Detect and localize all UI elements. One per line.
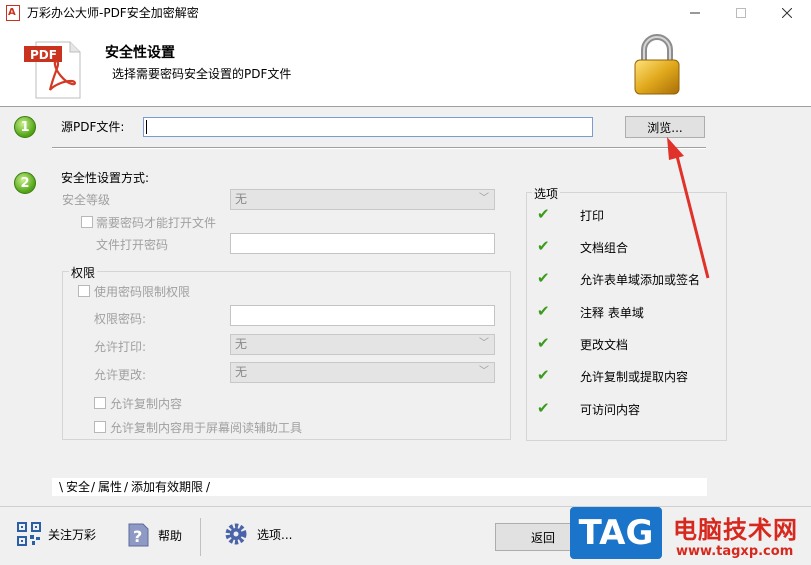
source-pdf-label: 源PDF文件: [61,120,125,134]
bottom-divider-line [0,506,811,507]
app-icon: A [6,5,20,21]
security-level-select[interactable]: 无 ﹀ [230,189,495,210]
option-modify: 更改文档 [580,338,629,352]
close-icon [782,8,792,18]
option-print: 打印 [580,209,605,223]
step-2-badge: 2 [14,172,36,194]
permissions-title: 权限 [69,264,98,281]
tab-security[interactable]: 安全 [66,478,90,496]
tab-separator: \ [59,480,64,494]
need-password-checkbox[interactable] [81,216,93,228]
check-icon: ✔ [537,205,550,223]
security-method-label: 安全性设置方式: [61,171,150,185]
option-assemble: 文档组合 [580,241,629,255]
chevron-down-icon: ﹀ [479,338,489,349]
allow-copy-checkbox[interactable] [94,397,106,409]
check-icon: ✔ [537,237,550,255]
allow-copy-label: 允许复制内容 [110,397,183,411]
chevron-down-icon: ﹀ [479,193,489,204]
option-accessible: 可访问内容 [580,403,641,417]
security-level-label: 安全等级 [62,193,111,207]
minimize-button[interactable] [672,0,718,26]
svg-text:?: ? [133,527,142,546]
text-caret [146,120,147,134]
tab-expiry[interactable]: 添加有效期限 [131,478,203,496]
check-icon: ✔ [537,399,550,417]
allow-print-select[interactable]: 无 ﹀ [230,334,495,355]
security-level-value: 无 [235,192,248,206]
permission-password-input[interactable] [230,305,495,326]
help-label: 帮助 [158,528,183,543]
qr-code-icon [17,522,41,546]
header-banner: PDF 安全性设置 选择需要密码安全设置的PDF文件 [0,26,811,107]
options-button[interactable]: 选项... [224,522,292,546]
allow-change-value: 无 [235,365,248,379]
allow-change-label: 允许更改: [94,368,147,382]
gear-icon [225,523,247,545]
use-password-label: 使用密码限制权限 [94,285,191,299]
bottom-button-divider [200,518,201,556]
check-icon: ✔ [537,269,550,287]
watermark-title: 电脑技术网 [673,516,798,544]
help-icon: ? [128,523,149,547]
pdf-icon-label: PDF [30,48,57,62]
check-icon: ✔ [537,366,550,384]
maximize-button[interactable] [718,0,764,26]
follow-button[interactable]: 关注万彩 [17,522,96,546]
check-icon: ✔ [537,302,550,320]
page-subtitle: 选择需要密码安全设置的PDF文件 [112,67,292,81]
use-password-checkbox[interactable] [78,285,90,297]
follow-label: 关注万彩 [48,527,97,542]
need-password-label: 需要密码才能打开文件 [96,216,217,230]
chevron-down-icon: ﹀ [479,366,489,377]
pdf-file-icon: PDF [24,41,81,99]
allow-change-select[interactable]: 无 ﹀ [230,362,495,383]
watermark-url: www.tagxp.com [676,544,794,559]
open-password-label: 文件打开密码 [96,238,169,252]
maximize-icon [736,8,746,18]
allow-print-label: 允许打印: [94,340,147,354]
tab-properties[interactable]: 属性 [98,478,122,496]
open-password-input[interactable] [230,233,495,254]
step-1-badge: 1 [14,116,36,138]
window-title: 万彩办公大师-PDF安全加密解密 [27,6,199,20]
page-title: 安全性设置 [105,45,175,61]
permission-password-label: 权限密码: [94,312,147,326]
allow-copy-reader-label: 允许复制内容用于屏幕阅读辅助工具 [110,421,303,435]
tab-separator: / [91,480,96,494]
tab-separator: / [124,480,129,494]
watermark-tag-logo: TAG [570,507,662,559]
option-form-fill-sign: 允许表单域添加或签名 [580,273,701,287]
source-pdf-input[interactable] [143,117,593,137]
tab-separator: / [206,480,211,494]
section-divider [52,147,706,149]
allow-print-value: 无 [235,337,248,351]
help-button[interactable]: ? 帮助 [126,522,182,548]
options-label: 选项... [257,527,293,542]
options-title: 选项 [532,185,561,202]
minimize-icon [690,12,700,14]
option-annotate: 注释 表单域 [580,306,644,320]
lock-icon [634,34,680,95]
close-button[interactable] [764,0,810,26]
app-icon-glyph: A [8,7,16,18]
check-icon: ✔ [537,334,550,352]
option-copy-extract: 允许复制或提取内容 [580,370,689,384]
allow-copy-reader-checkbox[interactable] [94,421,106,433]
browse-button[interactable]: 浏览... [625,116,705,138]
